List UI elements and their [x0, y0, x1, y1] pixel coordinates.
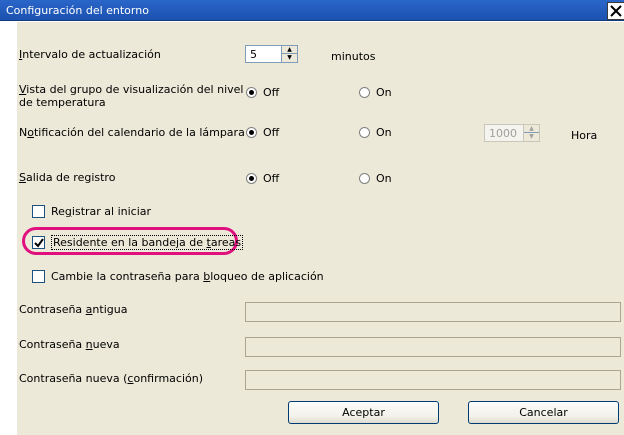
interval-stepper[interactable]: 5 ▲ ▼ [245, 45, 298, 63]
spin-down-icon: ▼ [529, 133, 534, 140]
lamp-notification-off-radio[interactable]: Off [246, 126, 279, 139]
temperature-view-on-radio[interactable]: On [359, 86, 392, 99]
tray-resident-checkbox[interactable] [32, 236, 45, 249]
new-password-label: Contraseña nueva [19, 338, 120, 351]
lamp-hours-value: 1000 [489, 127, 517, 140]
interval-value[interactable]: 5 [250, 48, 257, 61]
lamp-hours-spin-buttons: ▲ ▼ [523, 125, 539, 141]
confirm-password-label: Contraseña nueva (confirmación) [19, 372, 203, 385]
radio-selected-icon [246, 127, 257, 138]
log-output-off-radio[interactable]: Off [246, 172, 279, 185]
log-on-start-label[interactable]: Registrar al iniciar [51, 205, 151, 218]
lamp-notification-label: Notificación del calendario de la lámpar… [19, 126, 245, 139]
radio-empty-icon [359, 173, 370, 184]
radio-empty-icon [359, 127, 370, 138]
lamp-hours-stepper: 1000 ▲ ▼ [484, 124, 540, 142]
radio-selected-icon [246, 173, 257, 184]
new-password-field [245, 337, 621, 357]
lamp-notification-on-radio[interactable]: On [359, 126, 392, 139]
spin-up-icon[interactable]: ▲ [282, 46, 297, 54]
title-bar: Configuración del entorno [0, 0, 624, 21]
interval-spin-buttons[interactable]: ▲ ▼ [281, 46, 297, 62]
interval-label: Intervalo de actualización [19, 48, 161, 61]
spin-down-icon[interactable]: ▼ [282, 54, 297, 62]
change-password-label[interactable]: Cambie la contraseña para bloqueo de apl… [51, 270, 324, 283]
settings-window: Configuración del entorno Intervalo de a… [0, 0, 624, 435]
cancel-button[interactable]: Cancelar [468, 401, 619, 424]
change-password-checkbox[interactable] [32, 270, 45, 283]
lamp-hours-unit: Hora [571, 129, 598, 142]
window-title: Configuración del entorno [6, 4, 149, 17]
log-output-label: Salida de registro [19, 171, 116, 184]
checkmark-icon [34, 238, 44, 248]
temperature-view-label-line2: de temperatura [19, 96, 106, 109]
radio-empty-icon [359, 87, 370, 98]
old-password-field [245, 302, 621, 322]
ok-button[interactable]: Aceptar [288, 401, 439, 424]
log-on-start-checkbox[interactable] [32, 205, 45, 218]
interval-unit: minutos [331, 50, 376, 63]
log-output-on-radio[interactable]: On [359, 172, 392, 185]
close-button[interactable] [607, 2, 624, 20]
spin-up-icon: ▲ [524, 125, 539, 133]
temperature-view-label-line1: Vista del grupo de visualización del niv… [19, 83, 244, 96]
radio-selected-icon [246, 87, 257, 98]
confirm-password-field [245, 370, 621, 390]
temperature-view-off-radio[interactable]: Off [246, 86, 279, 99]
old-password-label: Contraseña antigua [19, 303, 128, 316]
close-icon [610, 5, 622, 17]
tray-resident-label[interactable]: Residente en la bandeja de tareas [51, 235, 244, 250]
